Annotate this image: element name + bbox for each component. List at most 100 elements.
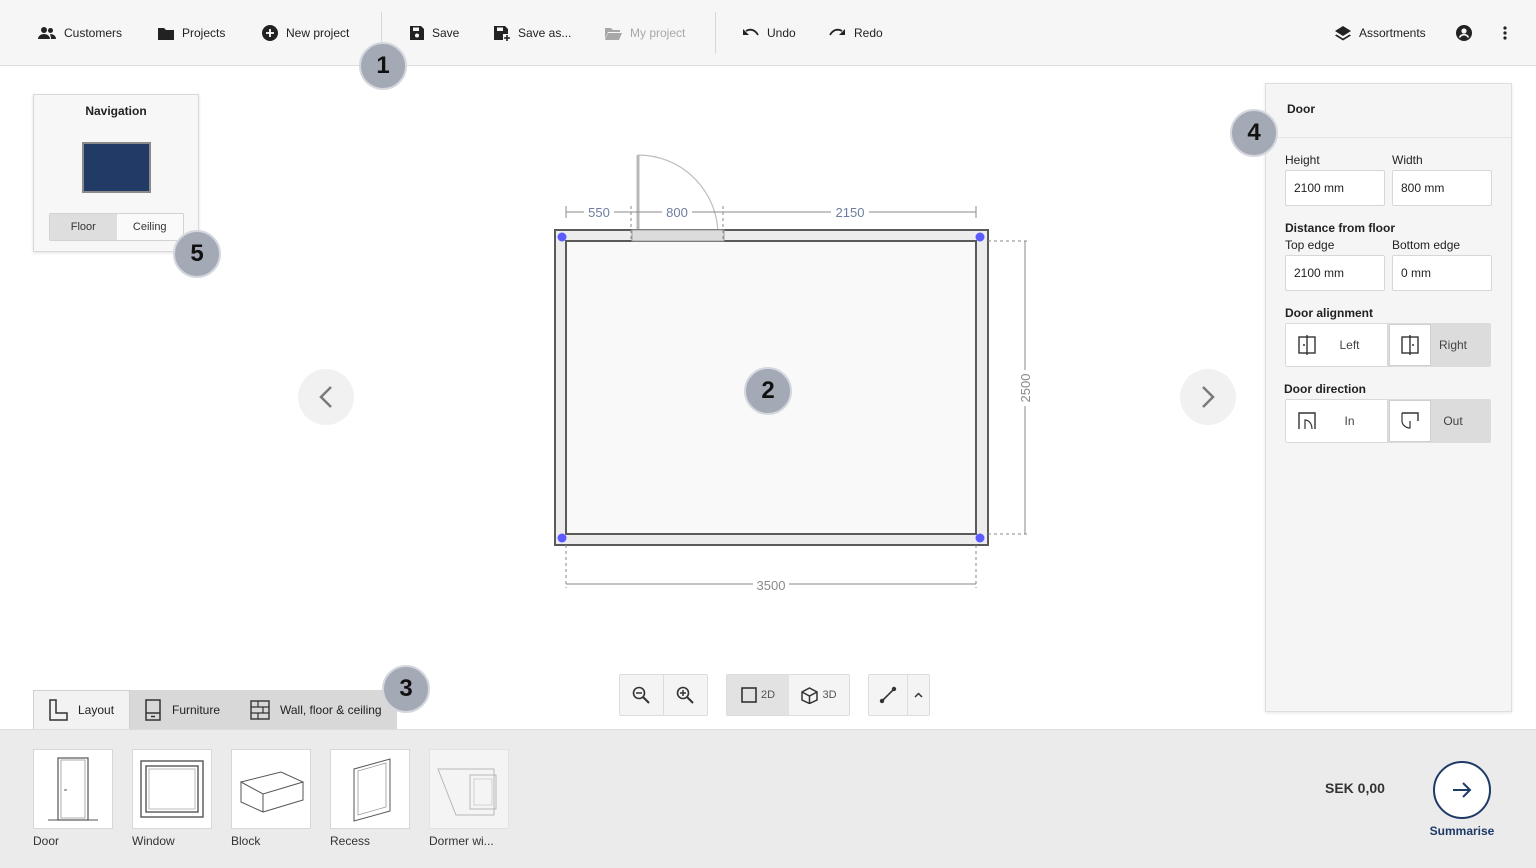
palette-item-dormer-window[interactable]: Dormer wi... — [429, 749, 509, 848]
palette-label-window: Window — [132, 834, 175, 848]
door-left-icon — [1298, 335, 1316, 355]
panel-header: Door — [1266, 84, 1511, 138]
width-label: Width — [1392, 153, 1423, 167]
marker-4: 4 — [1230, 109, 1278, 157]
bottom-edge-label: Bottom edge — [1392, 238, 1461, 252]
cube-icon — [801, 686, 819, 704]
dimension-room-depth: 2500 — [1018, 374, 1033, 403]
corner-handle[interactable] — [557, 232, 567, 242]
navigation-thumbnail[interactable] — [82, 142, 151, 193]
recess-icon — [353, 758, 391, 822]
door-alignment-toggle: Left Right — [1285, 323, 1491, 367]
cabinet-icon — [145, 698, 161, 721]
navigation-title: Navigation — [85, 104, 147, 118]
palette-item-recess[interactable]: Recess — [330, 749, 410, 848]
panel-title: Door — [1287, 102, 1315, 116]
height-input[interactable] — [1285, 170, 1385, 206]
corner-handle[interactable] — [975, 533, 985, 543]
height-label: Height — [1285, 153, 1320, 167]
measure-line-icon — [879, 686, 897, 704]
direction-out-label: Out — [1443, 414, 1463, 428]
door-direction-label: Door direction — [1284, 382, 1367, 396]
direction-in-option[interactable]: In — [1285, 399, 1388, 443]
marker-3: 3 — [382, 665, 430, 713]
align-left-label: Left — [1339, 338, 1360, 352]
view-3d-button[interactable]: 3D — [789, 675, 849, 715]
door-properties-panel: Door Height Width Distance from floor To… — [1265, 83, 1512, 712]
bottom-edge-input[interactable] — [1392, 255, 1492, 291]
tab-furniture[interactable]: Furniture — [130, 690, 236, 729]
align-right-option[interactable]: Right — [1388, 323, 1491, 367]
measure-options-button[interactable] — [908, 675, 929, 715]
floor-option[interactable]: Floor — [50, 214, 117, 240]
category-tabs: Layout Furniture Wall, floor & ceiling — [33, 690, 397, 729]
door-direction-toggle: In Out — [1285, 399, 1491, 443]
palette-label-recess: Recess — [330, 834, 371, 848]
dimension-right-segment: 2150 — [836, 205, 865, 220]
marker-2: 2 — [744, 367, 792, 415]
tab-layout-label: Layout — [78, 703, 115, 717]
direction-in-label: In — [1344, 414, 1355, 428]
marker-1: 1 — [359, 42, 407, 90]
square-icon — [741, 687, 757, 703]
zoom-out-icon — [632, 686, 650, 704]
ceiling-option[interactable]: Ceiling — [116, 214, 183, 240]
dimension-left-segment: 550 — [588, 205, 610, 220]
door-icon — [48, 757, 98, 821]
door-swing-out-icon — [1401, 412, 1419, 429]
palette-item-window[interactable]: Window — [132, 749, 212, 848]
direction-out-option[interactable]: Out — [1388, 399, 1491, 443]
align-right-label: Right — [1438, 338, 1467, 352]
tab-layout[interactable]: Layout — [33, 690, 130, 729]
corner-handle[interactable] — [975, 232, 985, 242]
view-2d-button[interactable]: 2D — [727, 675, 789, 715]
tab-wall-floor-ceiling[interactable]: Wall, floor & ceiling — [236, 690, 397, 729]
next-view-button[interactable] — [1180, 369, 1236, 425]
layout-icon — [49, 699, 68, 721]
zoom-in-button[interactable] — [664, 675, 708, 715]
tab-wall-label: Wall, floor & ceiling — [280, 702, 382, 717]
zoom-out-button[interactable] — [620, 675, 664, 715]
dormer-window-icon — [437, 768, 497, 816]
tab-furniture-label: Furniture — [172, 702, 221, 717]
total-price: SEK 0,00 — [1325, 780, 1385, 796]
palette-label-block: Block — [231, 834, 261, 848]
object-palette: Door Window Block Recess Dormer wi... SE… — [0, 729, 1536, 868]
palette-label-dormer-window: Dormer wi... — [429, 834, 494, 848]
palette-label-door: Door — [33, 834, 60, 848]
palette-item-block[interactable]: Block — [231, 749, 311, 848]
palette-item-door[interactable]: Door — [33, 749, 113, 848]
summarise-label: Summarise — [1429, 824, 1495, 838]
measure-tool-button[interactable] — [869, 675, 908, 715]
marker-5: 5 — [173, 230, 221, 278]
dimension-door-width: 800 — [666, 205, 688, 220]
view-3d-label: 3D — [822, 689, 837, 701]
floor-ceiling-toggle: Floor Ceiling — [49, 213, 184, 241]
door-alignment-label: Door alignment — [1285, 306, 1374, 320]
view-mode-toggle: 2D 3D — [726, 674, 850, 716]
door-right-icon — [1401, 335, 1419, 355]
tiles-icon — [250, 699, 270, 720]
chevron-up-icon — [914, 692, 923, 698]
door-swing-in-icon — [1298, 412, 1316, 430]
top-edge-label: Top edge — [1285, 238, 1335, 252]
measure-tool-group — [868, 674, 930, 716]
zoom-controls — [619, 674, 708, 716]
width-input[interactable] — [1392, 170, 1492, 206]
dimension-room-width: 3500 — [757, 578, 786, 593]
corner-handle[interactable] — [557, 533, 567, 543]
arrow-right-icon — [1453, 782, 1472, 798]
distance-from-floor-label: Distance from floor — [1285, 221, 1396, 235]
zoom-in-icon — [676, 686, 694, 704]
door-opening — [631, 229, 725, 242]
summarise-button[interactable] — [1433, 761, 1491, 819]
block-icon — [239, 771, 305, 813]
align-left-option[interactable]: Left — [1285, 323, 1388, 367]
door-swing-arc — [637, 154, 719, 236]
top-edge-input[interactable] — [1285, 255, 1385, 291]
window-icon — [140, 760, 204, 818]
previous-view-button[interactable] — [298, 369, 354, 425]
navigation-panel: Navigation Floor Ceiling — [33, 94, 199, 252]
view-2d-label: 2D — [760, 689, 776, 701]
chevron-right-icon — [1202, 386, 1215, 408]
